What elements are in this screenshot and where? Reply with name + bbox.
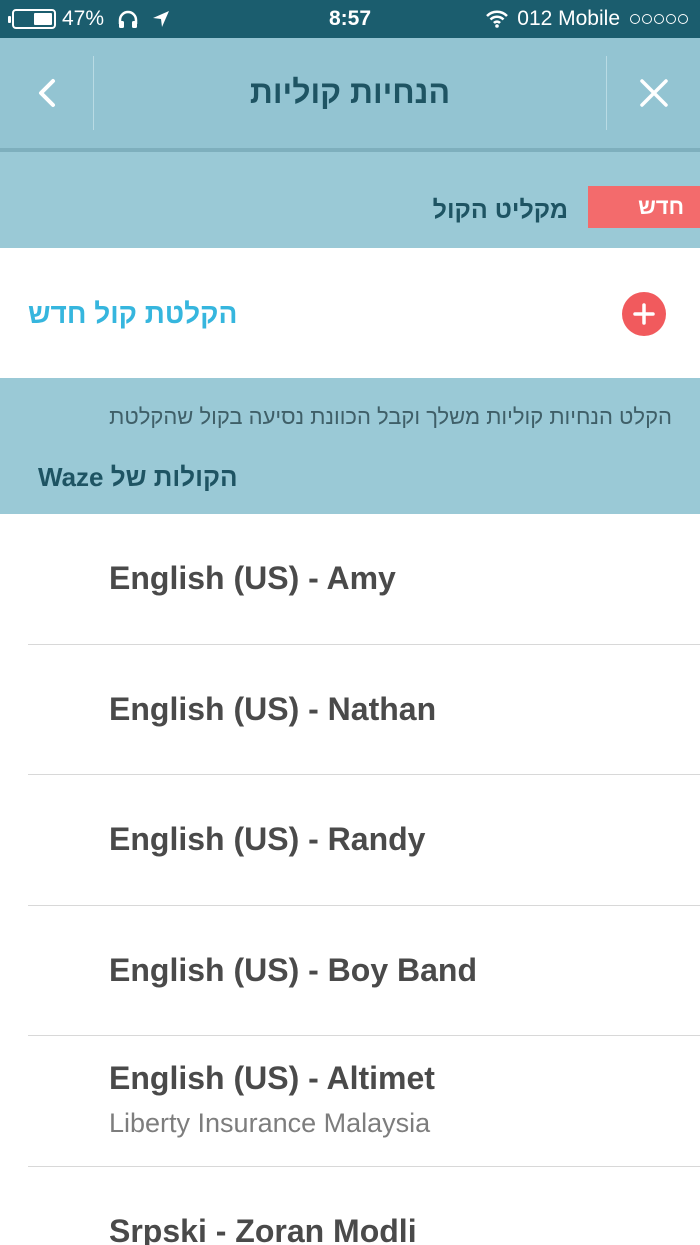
voice-name: English (US) - Nathan [109,690,437,727]
close-icon [639,79,668,107]
record-new-voice-row[interactable]: הקלטת קול חדש [0,248,700,378]
voice-name: English (US) - Boy Band [109,951,477,988]
voice-sponsor: Liberty Insurance Malaysia [109,1108,431,1138]
status-right: 012 Mobile [485,7,688,31]
voice-recorder-title: מקליט הקול [432,196,568,224]
add-voice-button[interactable] [622,292,666,336]
voice-name: English (US) - Amy [109,560,396,596]
status-bar: 47% 8:57 012 Mobile [0,0,700,38]
list-item[interactable]: English (US) - Boy Band [28,906,700,1036]
carrier-name: 012 Mobile [517,7,620,30]
list-item[interactable]: English (US) - Randy [28,775,700,906]
nav-bar: הנחיות קוליות [0,38,700,152]
voice-name: Srpski - Zoran Modli [109,1212,417,1245]
plus-icon [633,303,655,325]
voice-recorder-row[interactable]: חדש מקליט הקול [0,152,700,248]
list-item[interactable]: English (US) - Amy [28,514,700,645]
signal-dots-icon [628,14,688,24]
page-title: הנחיות קוליות [249,74,451,110]
list-item[interactable]: English (US) - Nathan [28,645,700,775]
list-item[interactable]: English (US) - Altimet Liberty Insurance… [28,1036,700,1167]
voice-name: English (US) - Altimet [109,1060,435,1096]
close-button[interactable] [606,56,700,130]
new-badge: חדש [588,186,700,228]
chevron-left-icon [38,79,55,107]
voice-list: English (US) - Amy English (US) - Nathan… [0,514,700,1245]
info-section: הקלט הנחיות קוליות משלך וקבל הכוונת נסיע… [0,378,700,514]
recorder-description: הקלט הנחיות קוליות משלך וקבל הכוונת נסיע… [109,404,672,429]
record-new-voice-label: הקלטת קול חדש [28,298,238,329]
wifi-icon [486,10,509,28]
waze-voices-heading: הקולות של Waze [38,462,238,492]
back-button[interactable] [0,56,94,130]
voice-name: English (US) - Randy [109,821,426,857]
list-item[interactable]: Srpski - Zoran Modli [28,1167,700,1245]
